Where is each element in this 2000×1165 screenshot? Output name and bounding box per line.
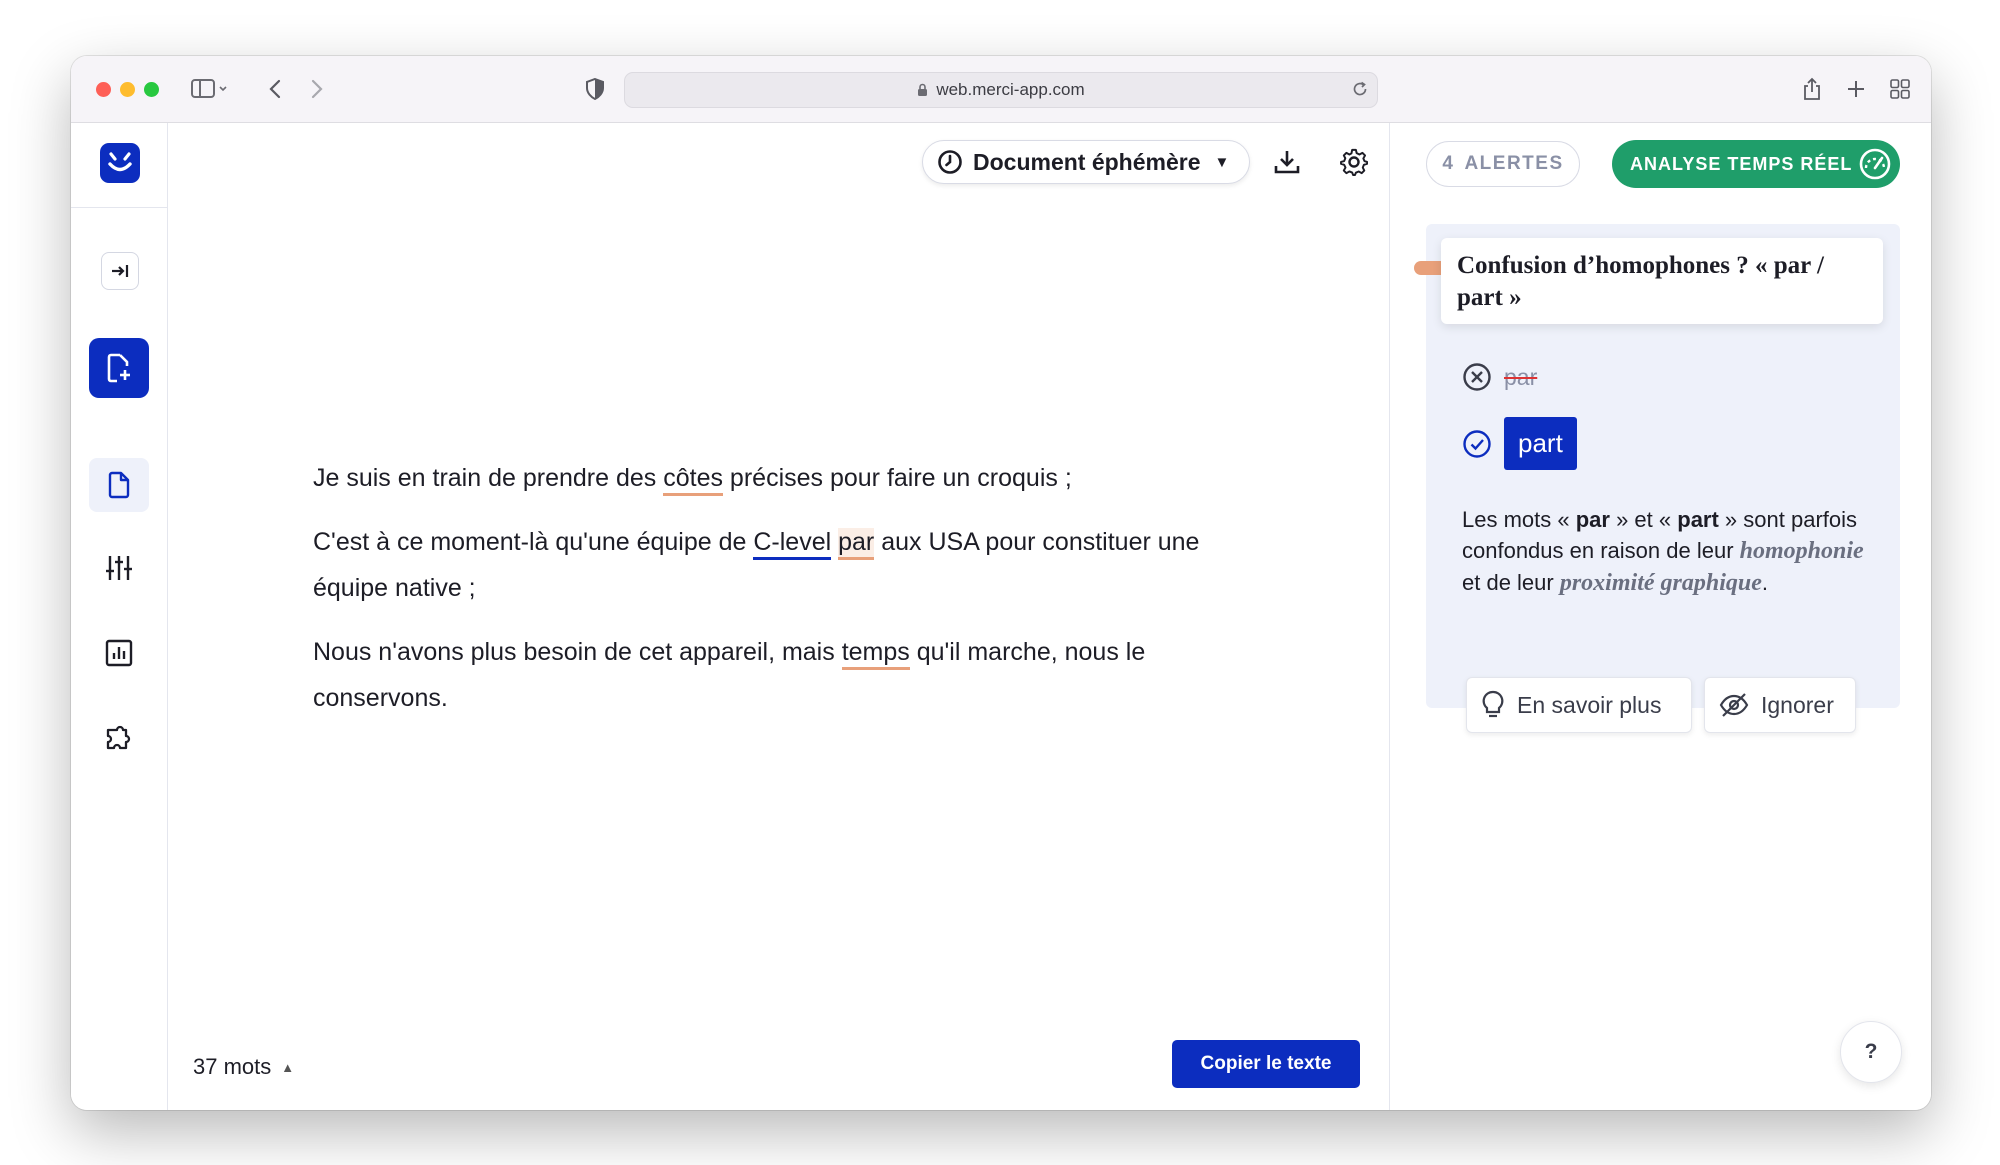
alert-card: Confusion d’homophones ? « par / part » … — [1414, 224, 1900, 733]
realtime-label: ANALYSE TEMPS RÉEL — [1630, 153, 1853, 174]
caret-up-icon: ▲ — [281, 1059, 295, 1075]
shield-icon — [586, 78, 604, 100]
share-button[interactable] — [1798, 75, 1826, 103]
close-window-button[interactable] — [96, 82, 111, 97]
lock-icon — [917, 83, 928, 97]
alerts-counter[interactable]: 4 ALERTES — [1426, 141, 1580, 187]
sliders-icon — [106, 556, 132, 580]
original-word-text: par — [1504, 363, 1538, 390]
address-bar[interactable]: web.merci-app.com — [624, 72, 1378, 108]
chevron-left-icon — [269, 79, 281, 99]
text-run: part — [1677, 507, 1719, 532]
download-button[interactable] — [1269, 144, 1305, 180]
puzzle-icon — [106, 725, 131, 750]
browser-toolbar: web.merci-app.com — [71, 56, 1931, 123]
text-run: C'est à ce moment-là qu'une équipe de — [313, 528, 754, 556]
tabs-grid-icon — [1890, 79, 1910, 99]
realtime-analysis-button[interactable]: ANALYSE TEMPS RÉEL — [1612, 140, 1900, 188]
lightbulb-icon — [1481, 690, 1505, 720]
word-count-label: 37 mots — [193, 1054, 272, 1079]
back-button[interactable] — [261, 75, 289, 103]
text-run: et de leur — [1462, 570, 1560, 595]
text-run: Je suis en train de prendre des — [313, 464, 664, 492]
active-flagged-word[interactable]: par — [838, 528, 875, 560]
flagged-word[interactable]: côtes — [663, 464, 723, 496]
eye-off-icon — [1719, 692, 1749, 718]
text-run: proximité graphique — [1559, 570, 1762, 596]
learn-more-label: En savoir plus — [1517, 691, 1662, 718]
collapse-icon — [112, 265, 129, 277]
share-icon — [1804, 77, 1820, 100]
text-run: » et « — [1609, 507, 1678, 532]
sidebar-toggle-button[interactable] — [188, 75, 232, 103]
forward-button[interactable] — [303, 75, 331, 103]
paragraph[interactable]: Nous n'avons plus besoin de cet appareil… — [313, 629, 1253, 721]
ignore-button[interactable]: Ignorer — [1704, 677, 1856, 733]
left-sidebar — [71, 123, 168, 1110]
gear-icon — [1340, 148, 1368, 176]
clock-icon — [937, 149, 963, 175]
text-run: . — [1761, 570, 1768, 595]
alerts-count: 4 — [1442, 153, 1455, 174]
paragraph[interactable]: Je suis en train de prendre des côtes pr… — [313, 455, 1253, 501]
zoom-window-button[interactable] — [144, 82, 159, 97]
extensions-button[interactable] — [89, 712, 149, 766]
flagged-word[interactable]: temps — [841, 638, 910, 670]
document-text[interactable]: Je suis en train de prendre des côtes pr… — [313, 455, 1253, 739]
suggestion-chip[interactable]: part — [1504, 417, 1577, 470]
browser-window: web.merci-app.com Document éphémère ▼ Je… — [71, 56, 1931, 1110]
documents-button[interactable] — [89, 458, 149, 512]
caret-down-icon: ▼ — [1214, 153, 1230, 171]
url-text: web.merci-app.com — [936, 80, 1085, 99]
privacy-shield-button[interactable] — [581, 75, 609, 103]
preferences-button[interactable] — [89, 541, 149, 595]
new-document-icon — [107, 353, 130, 383]
alert-explanation: Les mots « par » et « part » sont parfoi… — [1462, 504, 1872, 599]
minimize-window-button[interactable] — [120, 82, 135, 97]
check-circle-icon — [1463, 429, 1491, 458]
alert-title: Confusion d’homophones ? « par / part » — [1441, 238, 1883, 324]
text-run: Nous n'avons plus besoin de cet appareil… — [313, 638, 842, 666]
download-icon — [1274, 151, 1300, 174]
paragraph[interactable]: C'est à ce moment-là qu'une équipe de C-… — [313, 519, 1253, 611]
chart-icon — [105, 639, 133, 667]
alerts-label: ALERTES — [1464, 153, 1564, 174]
flagged-word[interactable]: C-level — [753, 528, 832, 560]
text-run: Les mots « — [1462, 507, 1576, 532]
chevron-right-icon — [311, 79, 323, 99]
learn-more-button[interactable]: En savoir plus — [1466, 677, 1692, 733]
document-mode-dropdown[interactable]: Document éphémère ▼ — [922, 140, 1250, 184]
original-word: par — [1462, 362, 1537, 392]
x-circle-icon — [1463, 363, 1491, 391]
help-button[interactable]: ? — [1840, 1021, 1902, 1083]
editor-area: Document éphémère ▼ Je suis en train de … — [168, 123, 1389, 1110]
ignore-label: Ignorer — [1761, 691, 1834, 718]
copy-text-button[interactable]: Copier le texte — [1172, 1040, 1360, 1088]
document-icon — [108, 471, 130, 499]
statistics-button[interactable] — [89, 626, 149, 680]
tab-overview-button[interactable] — [1886, 75, 1914, 103]
text-run: homophonie — [1739, 538, 1864, 564]
suggestion[interactable]: part — [1462, 417, 1577, 470]
suggestions-panel: 4 ALERTES ANALYSE TEMPS RÉEL Confusion d… — [1389, 123, 1931, 1110]
new-tab-button[interactable] — [1842, 75, 1870, 103]
collapse-sidebar-button[interactable] — [101, 252, 139, 290]
text-run: par — [1575, 507, 1610, 532]
sidebar-icon — [191, 79, 227, 98]
smiley-logo-icon — [108, 152, 132, 172]
reload-icon[interactable] — [1351, 80, 1369, 98]
word-count-toggle[interactable]: 37 mots ▲ — [193, 1054, 294, 1080]
logo-area — [71, 123, 167, 208]
settings-button[interactable] — [1336, 144, 1372, 180]
gauge-icon — [1858, 147, 1892, 181]
text-run: précises pour faire un croquis ; — [722, 464, 1072, 492]
plus-icon — [1848, 81, 1864, 97]
merci-logo[interactable] — [100, 143, 140, 183]
document-mode-label: Document éphémère — [973, 148, 1201, 175]
new-document-button[interactable] — [89, 338, 149, 398]
